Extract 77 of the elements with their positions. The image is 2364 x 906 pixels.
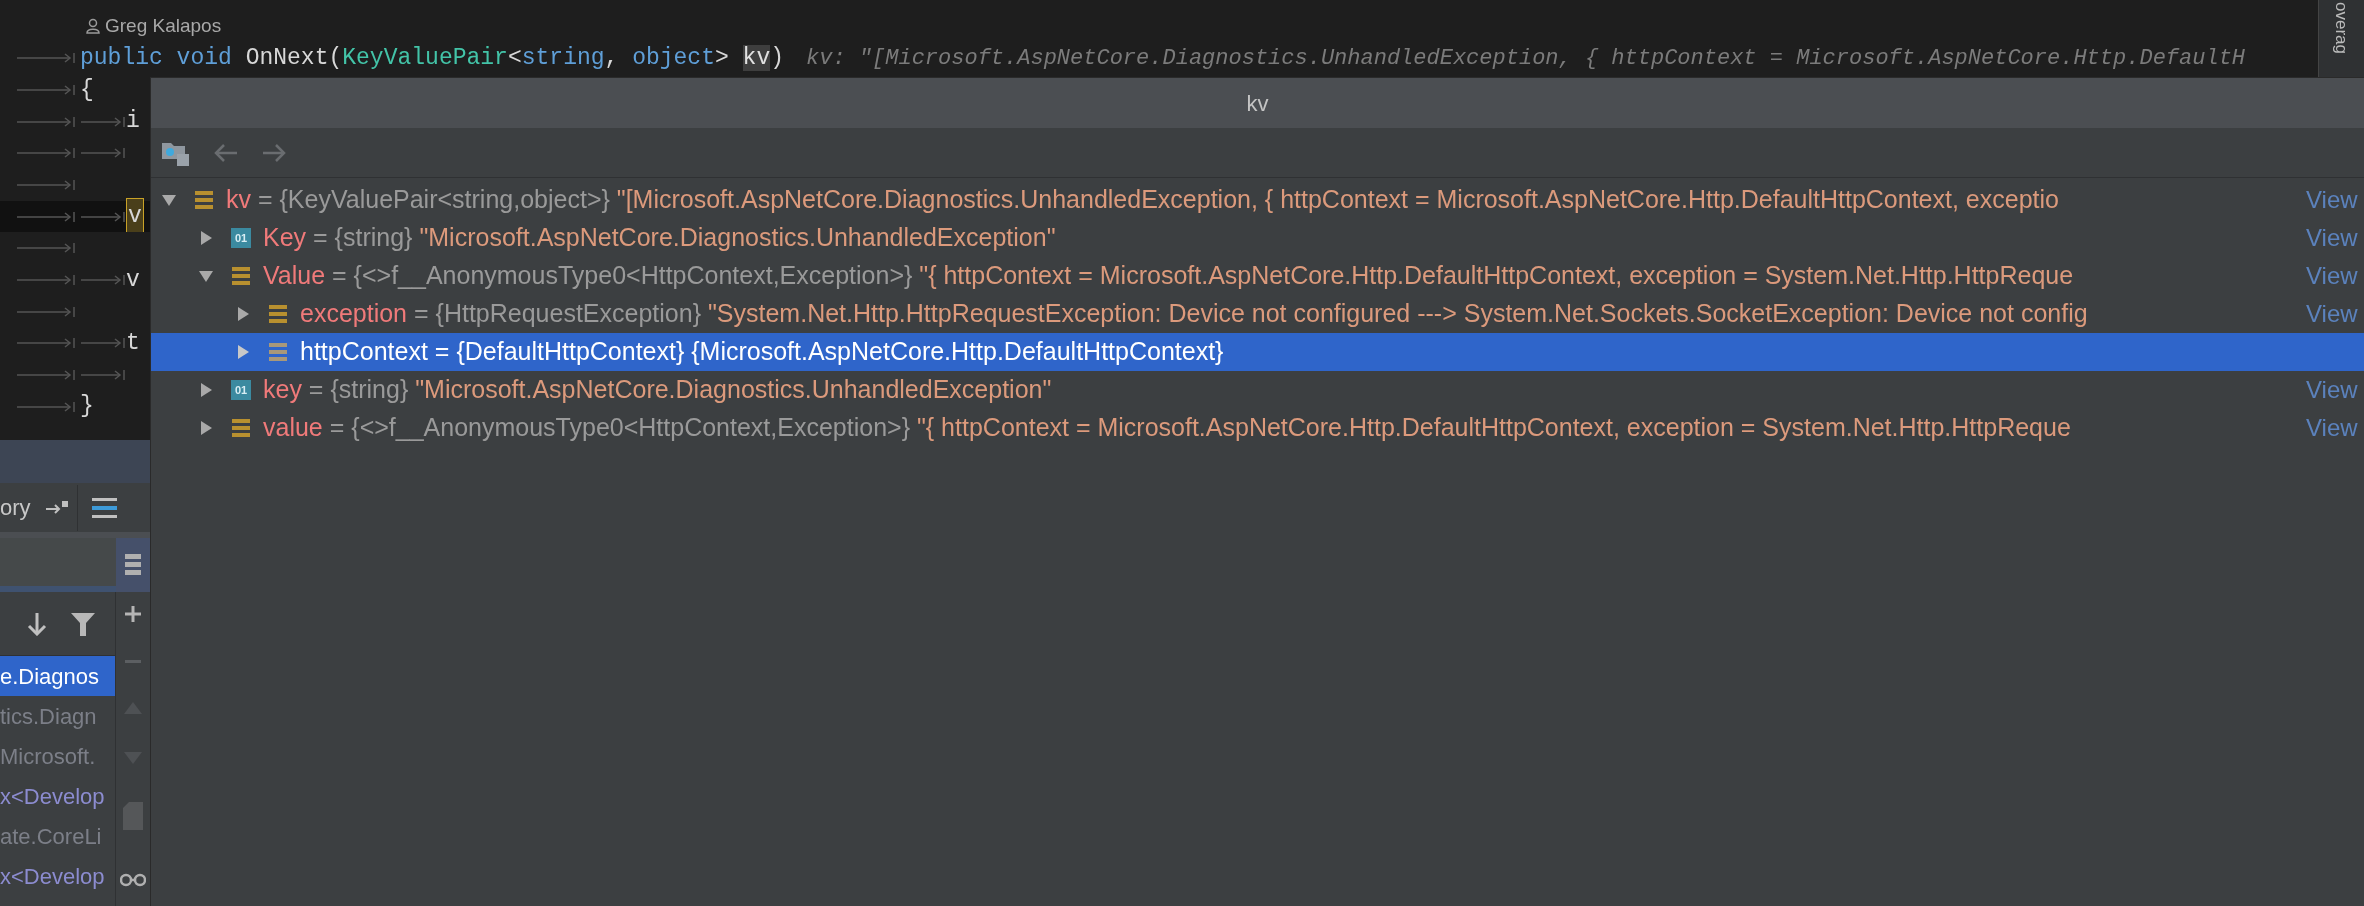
variable-text: key = {string} "Microsoft.AspNetCore.Diagnostics.UnhandledException" xyxy=(263,374,1053,406)
author-label: Greg Kalapos xyxy=(105,13,222,38)
object-icon xyxy=(231,418,251,438)
list-icon[interactable] xyxy=(91,496,117,519)
list-item[interactable]: ate.CoreLi xyxy=(0,816,115,856)
collapse-arrow-icon[interactable] xyxy=(161,192,177,208)
tree-row[interactable]: 01 key = {string} "Microsoft.AspNetCore.Diagnostics.UnhandledException" View xyxy=(151,371,2364,409)
code-line: v xyxy=(126,265,140,295)
code-line: public void OnNext(KeyValuePair<string, object> kv) xyxy=(80,43,784,73)
tab-marker-icon xyxy=(16,114,76,129)
view-link[interactable]: View xyxy=(2302,262,2358,290)
variable-text: kv = {KeyValuePair<string,object>} "[Microsoft.AspNetCore.Diagnostics.UnhandledException, { httpContext = Microsoft.AspNetCore.Http.DefaultHttpContext, exceptio xyxy=(226,184,2060,216)
tab-marker-icon xyxy=(80,336,126,351)
object-icon xyxy=(268,304,288,324)
object-icon xyxy=(268,342,288,362)
variable-text: exception = {HttpRequestException} "System.Net.Http.HttpRequestException: Device not configured ---> System.Net.Sockets.SocketException: Device not config xyxy=(300,298,2089,330)
tab-marker-icon xyxy=(80,114,126,129)
tab-marker-icon xyxy=(16,209,76,224)
list-icon[interactable] xyxy=(125,552,141,578)
code-line: t xyxy=(126,329,140,359)
list-item[interactable]: Microsoft. xyxy=(0,736,115,776)
tab-marker-icon xyxy=(16,177,76,192)
view-link[interactable]: View xyxy=(2302,186,2358,214)
tab-marker-icon xyxy=(16,399,76,414)
tree-row[interactable]: exception = {HttpRequestException} "System.Net.Http.HttpRequestException: Device not configured ---> System.Net.Sockets.SocketException: Device not config View xyxy=(151,295,2364,333)
tab-marker-icon xyxy=(16,304,76,319)
tab-marker-icon xyxy=(16,241,76,256)
code-line: } xyxy=(80,392,94,422)
tab-marker-icon xyxy=(80,272,126,287)
coverage-tab[interactable]: overag xyxy=(2333,2,2350,54)
tree-row[interactable]: kv = {KeyValuePair<string,object>} "[Microsoft.AspNetCore.Diagnostics.UnhandledException, { httpContext = Microsoft.AspNetCore.Http.DefaultHttpContext, exceptio View xyxy=(151,181,2364,219)
code-line: i xyxy=(126,107,140,137)
variable-text: httpContext = {DefaultHttpContext} {Microsoft.AspNetCore.Http.DefaultHttpContext} xyxy=(300,336,1225,368)
pin-icon[interactable] xyxy=(44,499,69,516)
expand-arrow-icon[interactable] xyxy=(198,230,214,246)
popup-title: kv xyxy=(1246,89,1269,118)
list-item[interactable]: x<Develop xyxy=(0,856,115,896)
expand-arrow-icon[interactable] xyxy=(235,306,251,322)
tree-row[interactable]: Value = {<>f__AnonymousType0<HttpContext,Exception>} "{ httpContext = Microsoft.AspNetCore.Http.DefaultHttpContext, exception = System.Net.Http.HttpReque View xyxy=(151,257,2364,295)
list-item[interactable]: x<Develop xyxy=(0,776,115,816)
tab-marker-icon xyxy=(16,82,76,97)
plus-icon[interactable] xyxy=(125,606,141,622)
object-icon xyxy=(194,190,214,210)
filter-icon[interactable] xyxy=(71,611,95,636)
tab-marker-icon xyxy=(80,368,126,383)
tree-row[interactable]: 01 Key = {string} "Microsoft.AspNetCore.Diagnostics.UnhandledException" View xyxy=(151,219,2364,257)
tree-row[interactable]: value = {<>f__AnonymousType0<HttpContext,Exception>} "{ httpContext = Microsoft.AspNetCore.Http.DefaultHttpContext, exception = System.Net.Http.HttpReque View xyxy=(151,409,2364,447)
down-arrow-icon[interactable] xyxy=(27,611,47,636)
code-line: { xyxy=(80,75,94,105)
view-link[interactable]: View xyxy=(2302,300,2358,328)
object-icon xyxy=(231,266,251,286)
expand-arrow-icon[interactable] xyxy=(198,420,214,436)
list-item[interactable]: e.Diagnos xyxy=(0,656,115,696)
primitive-icon: 01 xyxy=(231,228,251,248)
collapse-arrow-icon[interactable] xyxy=(198,268,214,284)
expand-arrow-icon[interactable] xyxy=(235,344,251,360)
tab-marker-icon xyxy=(16,336,76,351)
inline-value-hint: kv: "[Microsoft.AspNetCore.Diagnostics.UnhandledException, { httpContext = Microsoft.AspNetCore.Http.DefaultH xyxy=(806,44,2246,73)
search-field[interactable] xyxy=(0,538,116,592)
tab-marker-icon xyxy=(80,146,126,161)
list-item[interactable]: tics.Diagn xyxy=(0,696,115,736)
tree-row[interactable]: httpContext = {DefaultHttpContext} {Microsoft.AspNetCore.Http.DefaultHttpContext} xyxy=(151,333,2364,371)
variable-text: Value = {<>f__AnonymousType0<HttpContext,Exception>} "{ httpContext = Microsoft.AspNetCore.Http.DefaultHttpContext, exception = System.Net.Http.HttpReque xyxy=(263,260,2075,292)
view-link[interactable]: View xyxy=(2302,224,2358,252)
tab-marker-icon xyxy=(16,368,76,383)
variable-text: value = {<>f__AnonymousType0<HttpContext,Exception>} "{ httpContext = Microsoft.AspNetCore.Http.DefaultHttpContext, exception = System.Net.Http.HttpReque xyxy=(263,412,2072,444)
view-link[interactable]: View xyxy=(2302,414,2358,442)
tab-marker-icon xyxy=(80,209,126,224)
user-icon xyxy=(86,18,100,34)
tab-marker-icon xyxy=(16,272,76,287)
view-link[interactable]: View xyxy=(2302,376,2358,404)
variable-text: Key = {string} "Microsoft.AspNetCore.Diagnostics.UnhandledException" xyxy=(263,222,1057,254)
panel-tab[interactable]: ory xyxy=(0,491,45,524)
tab-marker-icon xyxy=(16,51,76,65)
expand-arrow-icon[interactable] xyxy=(198,382,214,398)
tab-marker-icon xyxy=(16,146,76,161)
primitive-icon: 01 xyxy=(231,380,251,400)
